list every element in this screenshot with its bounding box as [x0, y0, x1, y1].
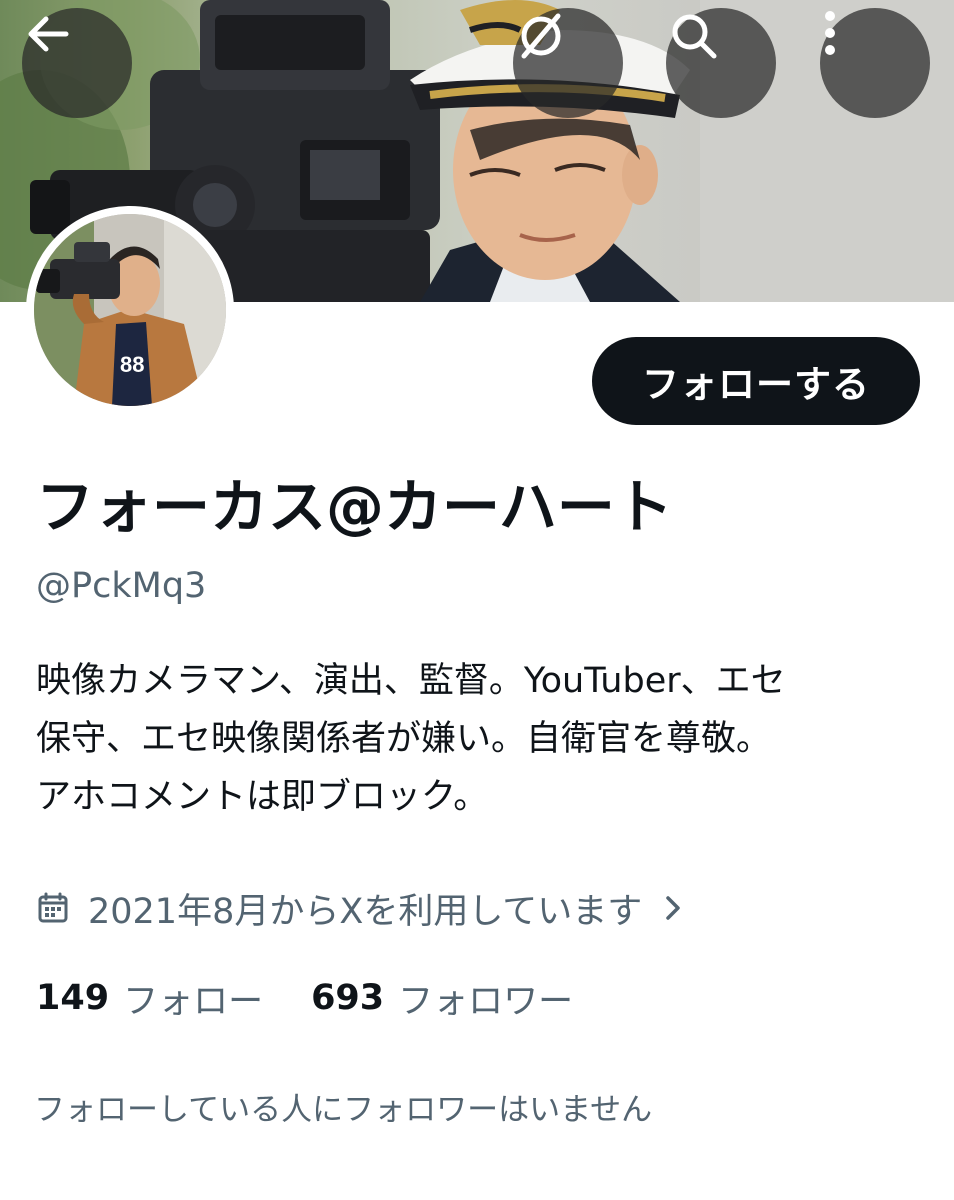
following-stat[interactable]: 149 フォロー [36, 973, 263, 1024]
chevron-right-icon [666, 896, 681, 920]
following-label: フォロー [123, 981, 264, 1022]
joined-date-row[interactable]: 2021年8月からXを利用しています [36, 884, 686, 932]
bio-line: 映像カメラマン、演出、監督。YouTuber、エセ [36, 661, 786, 701]
search-button[interactable] [666, 8, 776, 118]
display-name: フォーカス@カーハート [36, 473, 673, 541]
svg-text:88: 88 [120, 352, 144, 377]
user-handle: @PckMq3 [36, 566, 207, 606]
more-vertical-icon [825, 11, 835, 55]
bio-line: 保守、エセ映像関係者が嫌い。自衛官を尊敬。 [36, 719, 772, 759]
profile-bio: 映像カメラマン、演出、監督。YouTuber、エセ 保守、エセ映像関係者が嫌い。… [36, 652, 926, 826]
bio-line: アホコメントは即ブロック。 [36, 777, 489, 817]
profile-page: 88 フォローする フォーカス@カーハート @PckMq3 映像カメラマン、演出… [0, 0, 954, 1200]
following-count: 149 [36, 978, 110, 1018]
follow-stats: 149 フォロー 693 フォロワー [36, 972, 573, 1024]
follow-button[interactable]: フォローする [592, 337, 920, 425]
followers-count: 693 [311, 978, 385, 1018]
followers-stat[interactable]: 693 フォロワー [311, 973, 573, 1024]
more-button[interactable] [820, 8, 930, 118]
arrow-left-icon [28, 16, 69, 52]
joined-date-text: 2021年8月からXを利用しています [88, 891, 643, 932]
back-button[interactable] [22, 8, 132, 118]
avatar[interactable]: 88 [26, 206, 234, 414]
search-icon [672, 14, 717, 59]
followers-label: フォロワー [398, 981, 574, 1022]
calendar-icon [38, 892, 68, 923]
mutual-followers-note: フォローしている人にフォロワーはいません [34, 1092, 653, 1128]
avatar-image: 88 [34, 214, 226, 406]
grok-slash-icon [521, 13, 561, 59]
grok-button[interactable] [513, 8, 623, 118]
